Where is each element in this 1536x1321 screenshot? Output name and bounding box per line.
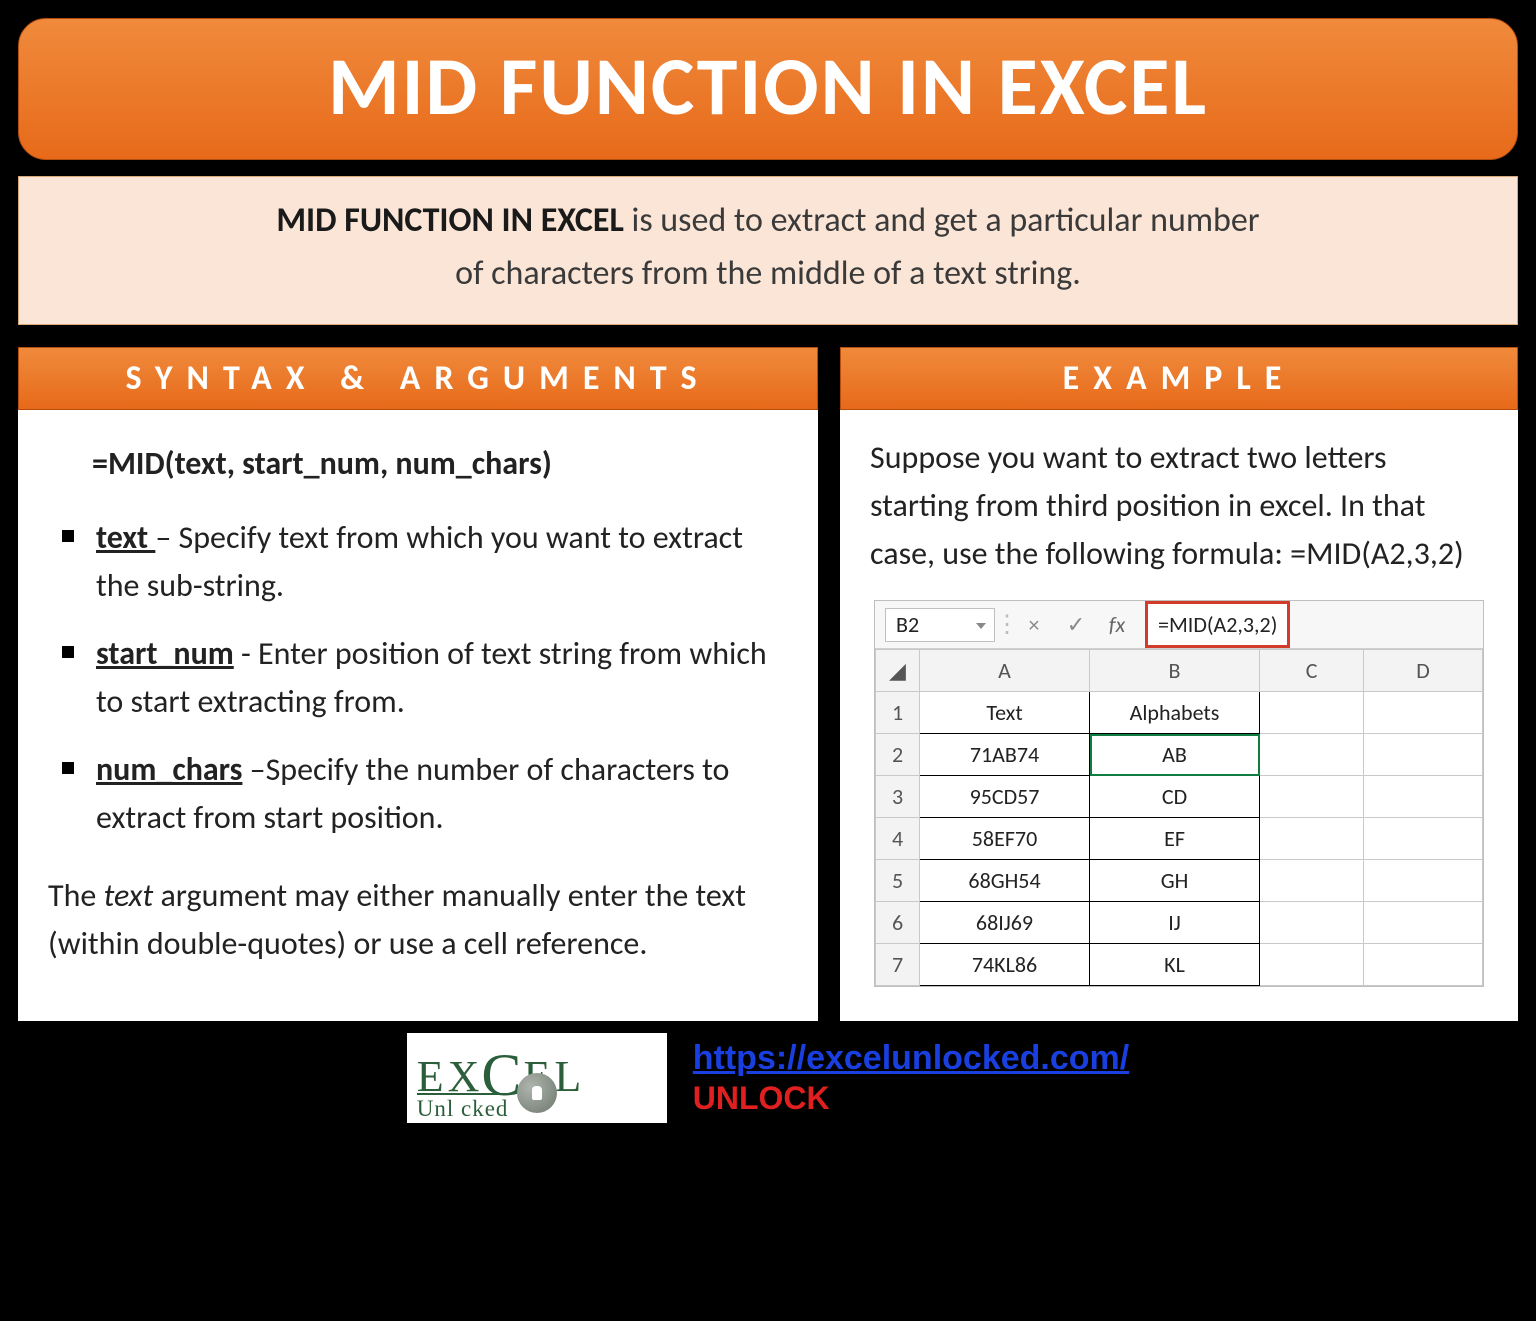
columns: SYNTAX & ARGUMENTS =MID(text, start_num,… xyxy=(18,347,1518,1021)
syntax-note: The text argument may either manually en… xyxy=(48,872,788,968)
website-link[interactable]: https://excelunlocked.com/ xyxy=(693,1039,1129,1078)
cell[interactable]: Text xyxy=(920,692,1090,734)
cell[interactable] xyxy=(1260,692,1364,734)
column-header[interactable]: B xyxy=(1090,650,1260,692)
cell[interactable] xyxy=(1260,818,1364,860)
unlock-label: UNLOCK xyxy=(693,1080,1129,1117)
separator: ⋮ xyxy=(995,607,1013,643)
cell[interactable]: IJ xyxy=(1090,902,1260,944)
cell[interactable] xyxy=(1364,902,1483,944)
cell[interactable]: 95CD57 xyxy=(920,776,1090,818)
cell[interactable] xyxy=(1260,776,1364,818)
bullet-icon xyxy=(62,762,74,774)
column-header[interactable]: C xyxy=(1260,650,1364,692)
list-item: start_num - Enter position of text strin… xyxy=(62,630,788,726)
example-header: EXAMPLE xyxy=(840,347,1518,410)
cell[interactable] xyxy=(1364,734,1483,776)
name-box[interactable]: B2 xyxy=(885,608,995,642)
row-header[interactable]: 4 xyxy=(876,818,920,860)
cell[interactable] xyxy=(1364,944,1483,986)
formula-bar: B2 ⋮ × ✓ fx =MID(A2,3,2) xyxy=(875,601,1483,649)
description-line2: of characters from the middle of a text … xyxy=(455,253,1081,294)
footer: EXCEL Unl cked https://excelunlocked.com… xyxy=(18,1033,1518,1123)
syntax-formula: =MID(text, start_num, num_chars) xyxy=(92,440,788,488)
cell[interactable] xyxy=(1260,902,1364,944)
argument-list: text – Specify text from which you want … xyxy=(62,514,788,842)
cell[interactable] xyxy=(1364,818,1483,860)
cell[interactable]: 58EF70 xyxy=(920,818,1090,860)
syntax-body: =MID(text, start_num, num_chars) text – … xyxy=(18,410,818,1002)
row-header[interactable]: 3 xyxy=(876,776,920,818)
formula-input[interactable]: =MID(A2,3,2) xyxy=(1145,601,1290,648)
list-item: num_chars –Specify the number of charact… xyxy=(62,746,788,842)
enter-icon[interactable]: ✓ xyxy=(1055,608,1097,641)
row-header[interactable]: 7 xyxy=(876,944,920,986)
cell[interactable] xyxy=(1260,734,1364,776)
row-header[interactable]: 1 xyxy=(876,692,920,734)
column-header[interactable]: D xyxy=(1364,650,1483,692)
page-title: MID FUNCTION IN EXCEL xyxy=(18,18,1518,160)
excel-screenshot: B2 ⋮ × ✓ fx =MID(A2,3,2) ◢ A B C D xyxy=(874,600,1484,987)
cell[interactable] xyxy=(1364,692,1483,734)
cell[interactable]: GH xyxy=(1090,860,1260,902)
cell[interactable] xyxy=(1260,944,1364,986)
example-text: Suppose you want to extract two letters … xyxy=(870,434,1488,578)
column-header[interactable]: A xyxy=(920,650,1090,692)
example-column: EXAMPLE Suppose you want to extract two … xyxy=(840,347,1518,1021)
description-line1: is used to extract and get a particular … xyxy=(624,200,1260,241)
syntax-column: SYNTAX & ARGUMENTS =MID(text, start_num,… xyxy=(18,347,818,1021)
cell[interactable] xyxy=(1364,776,1483,818)
arg-name: text xyxy=(96,518,155,557)
select-all-corner[interactable]: ◢ xyxy=(876,650,920,692)
cell[interactable]: 71AB74 xyxy=(920,734,1090,776)
row-header[interactable]: 5 xyxy=(876,860,920,902)
cell[interactable] xyxy=(1364,860,1483,902)
cell[interactable]: CD xyxy=(1090,776,1260,818)
cell[interactable]: 74KL86 xyxy=(920,944,1090,986)
syntax-header: SYNTAX & ARGUMENTS xyxy=(18,347,818,410)
fx-icon[interactable]: fx xyxy=(1097,608,1137,641)
bullet-icon xyxy=(62,530,74,542)
spreadsheet: ◢ A B C D 1 Text Alphabets 2 xyxy=(875,649,1483,986)
arg-name: start_num xyxy=(96,634,234,673)
description-strong: MID FUNCTION IN EXCEL xyxy=(276,200,624,241)
bullet-icon xyxy=(62,646,74,658)
arg-name: num_chars xyxy=(96,750,242,789)
example-body: Suppose you want to extract two letters … xyxy=(840,410,1518,1021)
arg-desc: – Specify text from which you want to ex… xyxy=(96,518,743,605)
cell[interactable]: 68IJ69 xyxy=(920,902,1090,944)
description-box: MID FUNCTION IN EXCEL is used to extract… xyxy=(18,176,1518,325)
row-header[interactable]: 6 xyxy=(876,902,920,944)
active-cell[interactable]: AB xyxy=(1090,734,1260,776)
cell[interactable] xyxy=(1260,860,1364,902)
cell[interactable]: 68GH54 xyxy=(920,860,1090,902)
row-header[interactable]: 2 xyxy=(876,734,920,776)
excel-unlocked-logo: EXCEL Unl cked xyxy=(407,1033,667,1123)
cell[interactable]: Alphabets xyxy=(1090,692,1260,734)
cell[interactable]: EF xyxy=(1090,818,1260,860)
cell[interactable]: KL xyxy=(1090,944,1260,986)
cancel-icon[interactable]: × xyxy=(1013,608,1055,641)
lock-icon xyxy=(517,1073,557,1113)
list-item: text – Specify text from which you want … xyxy=(62,514,788,610)
